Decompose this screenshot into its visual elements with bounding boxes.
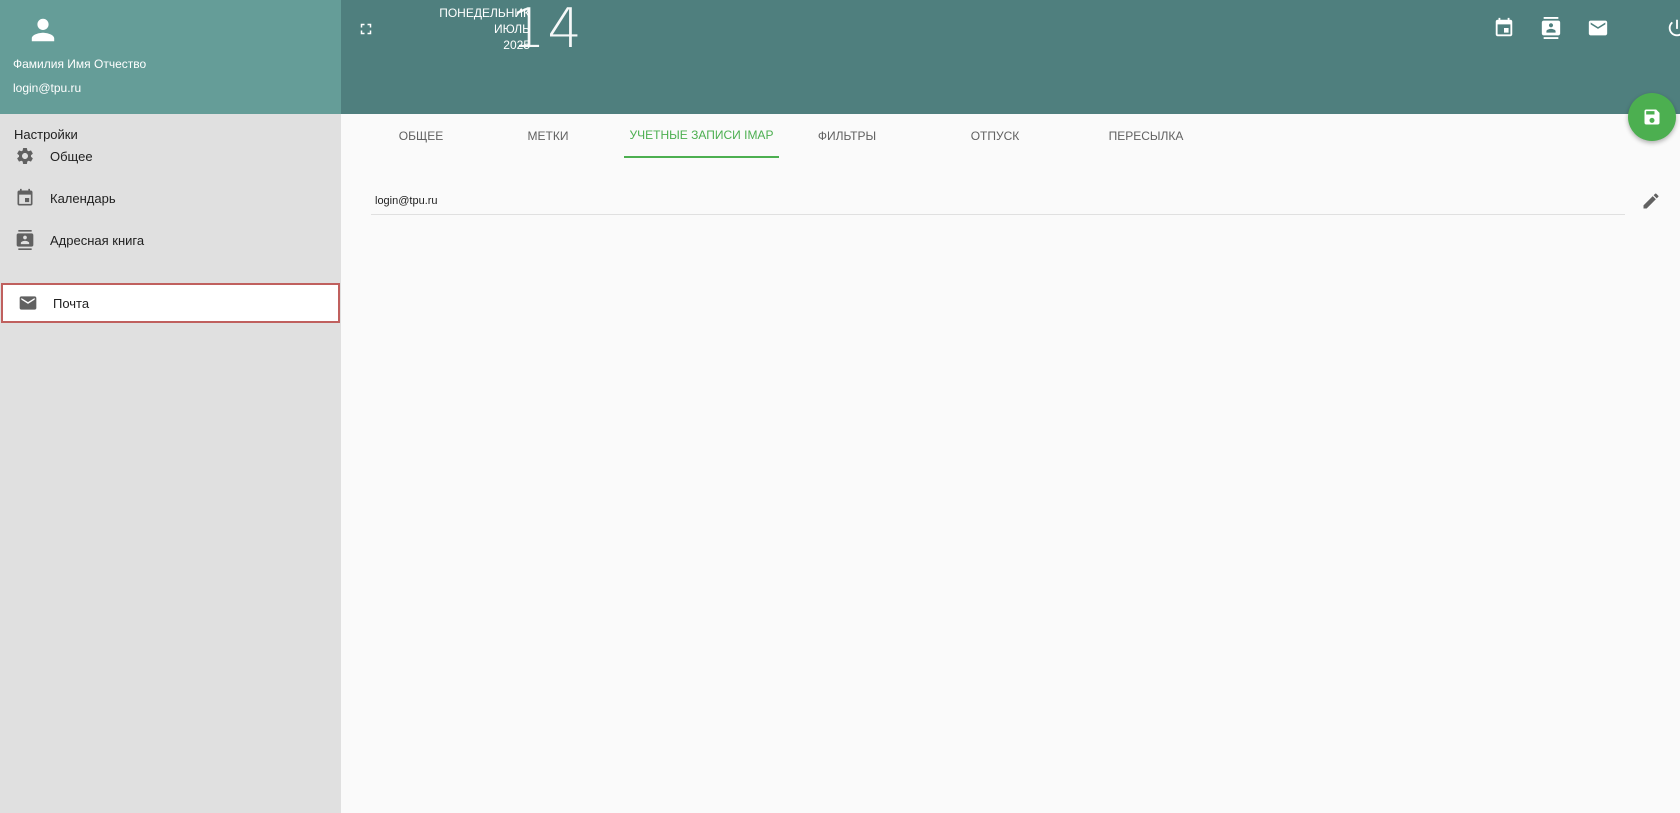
month-label: Июль <box>494 22 530 36</box>
mail-icon[interactable] <box>1587 17 1609 39</box>
sidebar-item-mail[interactable]: Почта <box>1 283 340 323</box>
sidebar-item-label: Общее <box>50 148 93 164</box>
settings-sidebar: Настройки Общее Календарь Адресная книга… <box>0 114 341 813</box>
account-email: login@tpu.ru <box>375 195 438 207</box>
sidebar-item-label: Календарь <box>50 190 116 206</box>
fullscreen-icon[interactable] <box>357 20 375 38</box>
day-number: 14 <box>511 0 584 60</box>
sidebar-item-label: Адресная книга <box>50 232 145 248</box>
calendar-icon[interactable] <box>1493 17 1515 39</box>
address-book-icon[interactable] <box>1540 17 1562 39</box>
save-button[interactable] <box>1628 93 1676 141</box>
date-text: Понедельник Июль 2025 <box>381 5 530 53</box>
tab-filters[interactable]: Фильтры <box>807 114 887 158</box>
tab-vacation[interactable]: Отпуск <box>955 114 1035 158</box>
sidebar-item-general[interactable]: Общее <box>0 136 341 176</box>
tab-labels[interactable]: Метки <box>513 114 583 158</box>
sidebar-item-label: Почта <box>53 295 90 311</box>
gear-icon <box>15 146 35 166</box>
edit-pencil-icon[interactable] <box>1641 191 1661 211</box>
weekday-label: Понедельник <box>439 6 530 20</box>
address-book-icon <box>15 230 35 250</box>
mail-icon <box>18 293 38 313</box>
top-header: Понедельник Июль 2025 14 <box>341 0 1680 114</box>
user-panel: Фамилия Имя Отчество login@tpu.ru <box>0 0 341 114</box>
imap-account-row[interactable]: login@tpu.ru <box>371 184 1625 215</box>
user-full-name: Фамилия Имя Отчество <box>13 57 147 71</box>
tab-forwarding[interactable]: Пересылка <box>1091 114 1201 158</box>
tab-general[interactable]: Общее <box>381 114 461 158</box>
sidebar-item-address-book[interactable]: Адресная книга <box>0 220 341 260</box>
tab-imap-accounts[interactable]: Учетные записи IMAP <box>624 114 779 158</box>
year-label: 2025 <box>503 38 530 52</box>
calendar-icon <box>15 188 35 208</box>
floppy-disk-icon <box>1644 109 1660 125</box>
user-avatar-icon <box>31 18 55 42</box>
sidebar-item-calendar[interactable]: Календарь <box>0 178 341 218</box>
user-login: login@tpu.ru <box>13 81 82 95</box>
power-icon[interactable] <box>1666 17 1680 39</box>
